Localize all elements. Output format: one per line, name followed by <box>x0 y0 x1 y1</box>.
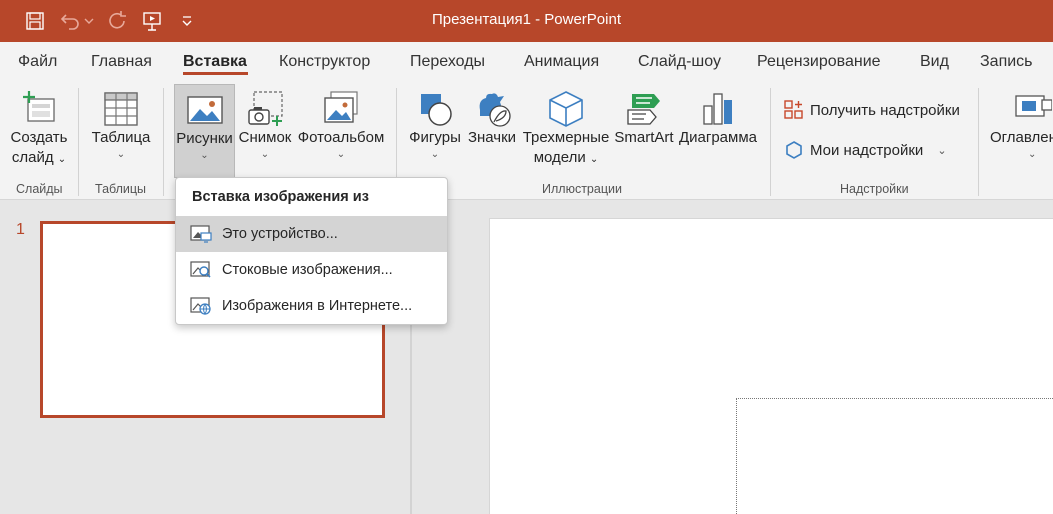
menu-header: Вставка изображения из <box>192 189 369 205</box>
chevron-down-icon: ⌄ <box>589 154 599 165</box>
group-separator <box>770 88 771 196</box>
my-addins-icon <box>786 141 802 159</box>
chevron-down-icon: ⌄ <box>260 149 270 160</box>
shapes-icon <box>421 94 452 126</box>
chart-label: Диаграмма <box>678 129 757 146</box>
3d-models-button[interactable]: Трехмерные модели ⌄ <box>520 90 612 180</box>
menu-item-label: Изображения в Интернете... <box>222 298 413 314</box>
device-picture-icon <box>190 224 212 244</box>
chevron-down-icon: ⌄ <box>57 154 67 165</box>
my-addins-label: Мои надстройки <box>810 141 924 159</box>
screenshot-icon <box>248 91 283 126</box>
get-addins-button[interactable]: Получить надстройки <box>784 100 960 120</box>
window-title: Презентация1 - PowerPoint <box>432 11 621 28</box>
cube-3d-icon <box>549 91 583 127</box>
photo-album-icon <box>324 91 358 123</box>
screenshot-label: Снимок <box>238 129 292 146</box>
icons-insert-icon <box>479 93 511 127</box>
chart-button[interactable]: Диаграмма <box>676 90 760 180</box>
menu-item-label: Это устройство... <box>222 226 338 242</box>
pictures-icon <box>186 96 223 124</box>
tab-record[interactable]: Запись <box>980 53 1033 71</box>
screenshot-button[interactable]: Снимок ⌄ <box>237 90 293 180</box>
group-separator <box>978 88 979 196</box>
new-slide-label-1: Создать <box>10 129 68 146</box>
insert-picture-menu: Вставка изображения из Это устройство...… <box>175 177 448 325</box>
group-separator <box>163 88 164 196</box>
3d-models-label-2: модели <box>533 149 586 166</box>
menu-item-this-device[interactable]: Это устройство... <box>176 216 447 252</box>
smartart-button[interactable]: SmartArt <box>612 90 676 180</box>
menu-item-stock-images[interactable]: Стоковые изображения... <box>176 252 447 288</box>
tab-home[interactable]: Главная <box>91 53 152 71</box>
new-slide-icon <box>23 91 55 122</box>
tab-slideshow[interactable]: Слайд-шоу <box>638 53 721 71</box>
icons-button[interactable]: Значки <box>466 90 518 180</box>
chevron-down-icon: ⌄ <box>1028 149 1037 160</box>
stock-images-icon <box>190 260 212 280</box>
icons-label: Значки <box>467 129 517 146</box>
online-pictures-icon <box>190 296 212 316</box>
group-separator <box>78 88 79 196</box>
chevron-down-icon: ⌄ <box>200 150 209 161</box>
tab-insert[interactable]: Вставка <box>183 53 247 71</box>
table-button[interactable]: Таблица ⌄ <box>86 90 156 180</box>
tab-review[interactable]: Рецензирование <box>757 53 881 71</box>
chevron-down-icon: ⌄ <box>937 144 947 157</box>
smartart-icon <box>627 94 660 125</box>
slide-number: 1 <box>16 221 25 238</box>
chevron-down-icon: ⌄ <box>336 149 346 160</box>
3d-models-label-1: Трехмерные <box>522 129 610 146</box>
store-addins-icon <box>784 100 803 119</box>
smartart-label: SmartArt <box>614 129 674 146</box>
chevron-down-icon: ⌄ <box>430 149 440 160</box>
menu-item-label: Стоковые изображения... <box>222 262 393 278</box>
chart-icon <box>703 93 732 125</box>
toc-icon <box>1015 95 1052 117</box>
get-addins-label: Получить надстройки <box>810 101 960 119</box>
ribbon-tabs: Файл Главная Вставка Конструктор Переход… <box>0 42 1053 82</box>
active-tab-indicator <box>183 72 248 75</box>
group-label-slides: Слайды <box>16 182 63 196</box>
pictures-label: Рисунки <box>176 130 233 147</box>
new-slide-button[interactable]: Создать слайд ⌄ <box>6 90 72 180</box>
photo-album-label: Фотоальбом <box>297 129 385 146</box>
menu-item-online-pictures[interactable]: Изображения в Интернете... <box>176 288 447 324</box>
chevron-down-icon: ⌄ <box>116 149 126 160</box>
toc-label: Оглавлен <box>990 129 1053 146</box>
tab-view[interactable]: Вид <box>920 53 949 71</box>
title-bar: Презентация1 - PowerPoint <box>0 0 1053 42</box>
table-icon <box>104 92 138 126</box>
photo-album-button[interactable]: Фотоальбом ⌄ <box>296 90 386 180</box>
text-placeholder[interactable] <box>736 398 1053 514</box>
tab-design[interactable]: Конструктор <box>279 53 370 71</box>
group-label-addins: Надстройки <box>840 182 909 196</box>
tab-file[interactable]: Файл <box>18 53 57 71</box>
ribbon: Создать слайд ⌄ Слайды Таблица ⌄ Таблицы… <box>0 82 1053 200</box>
my-addins-button[interactable]: Мои надстройки ⌄ <box>784 140 947 160</box>
tab-transitions[interactable]: Переходы <box>410 53 485 71</box>
table-of-contents-button[interactable]: Оглавлен ⌄ <box>986 90 1053 180</box>
pictures-button[interactable]: Рисунки ⌄ <box>174 84 235 178</box>
new-slide-label-2: слайд <box>11 149 54 166</box>
table-label: Таблица <box>91 129 151 146</box>
tab-animations[interactable]: Анимация <box>524 53 599 71</box>
shapes-button[interactable]: Фигуры ⌄ <box>405 90 465 180</box>
group-label-tables: Таблицы <box>95 182 147 196</box>
group-label-illustrations: Иллюстрации <box>542 182 622 196</box>
shapes-label: Фигуры <box>409 129 461 146</box>
